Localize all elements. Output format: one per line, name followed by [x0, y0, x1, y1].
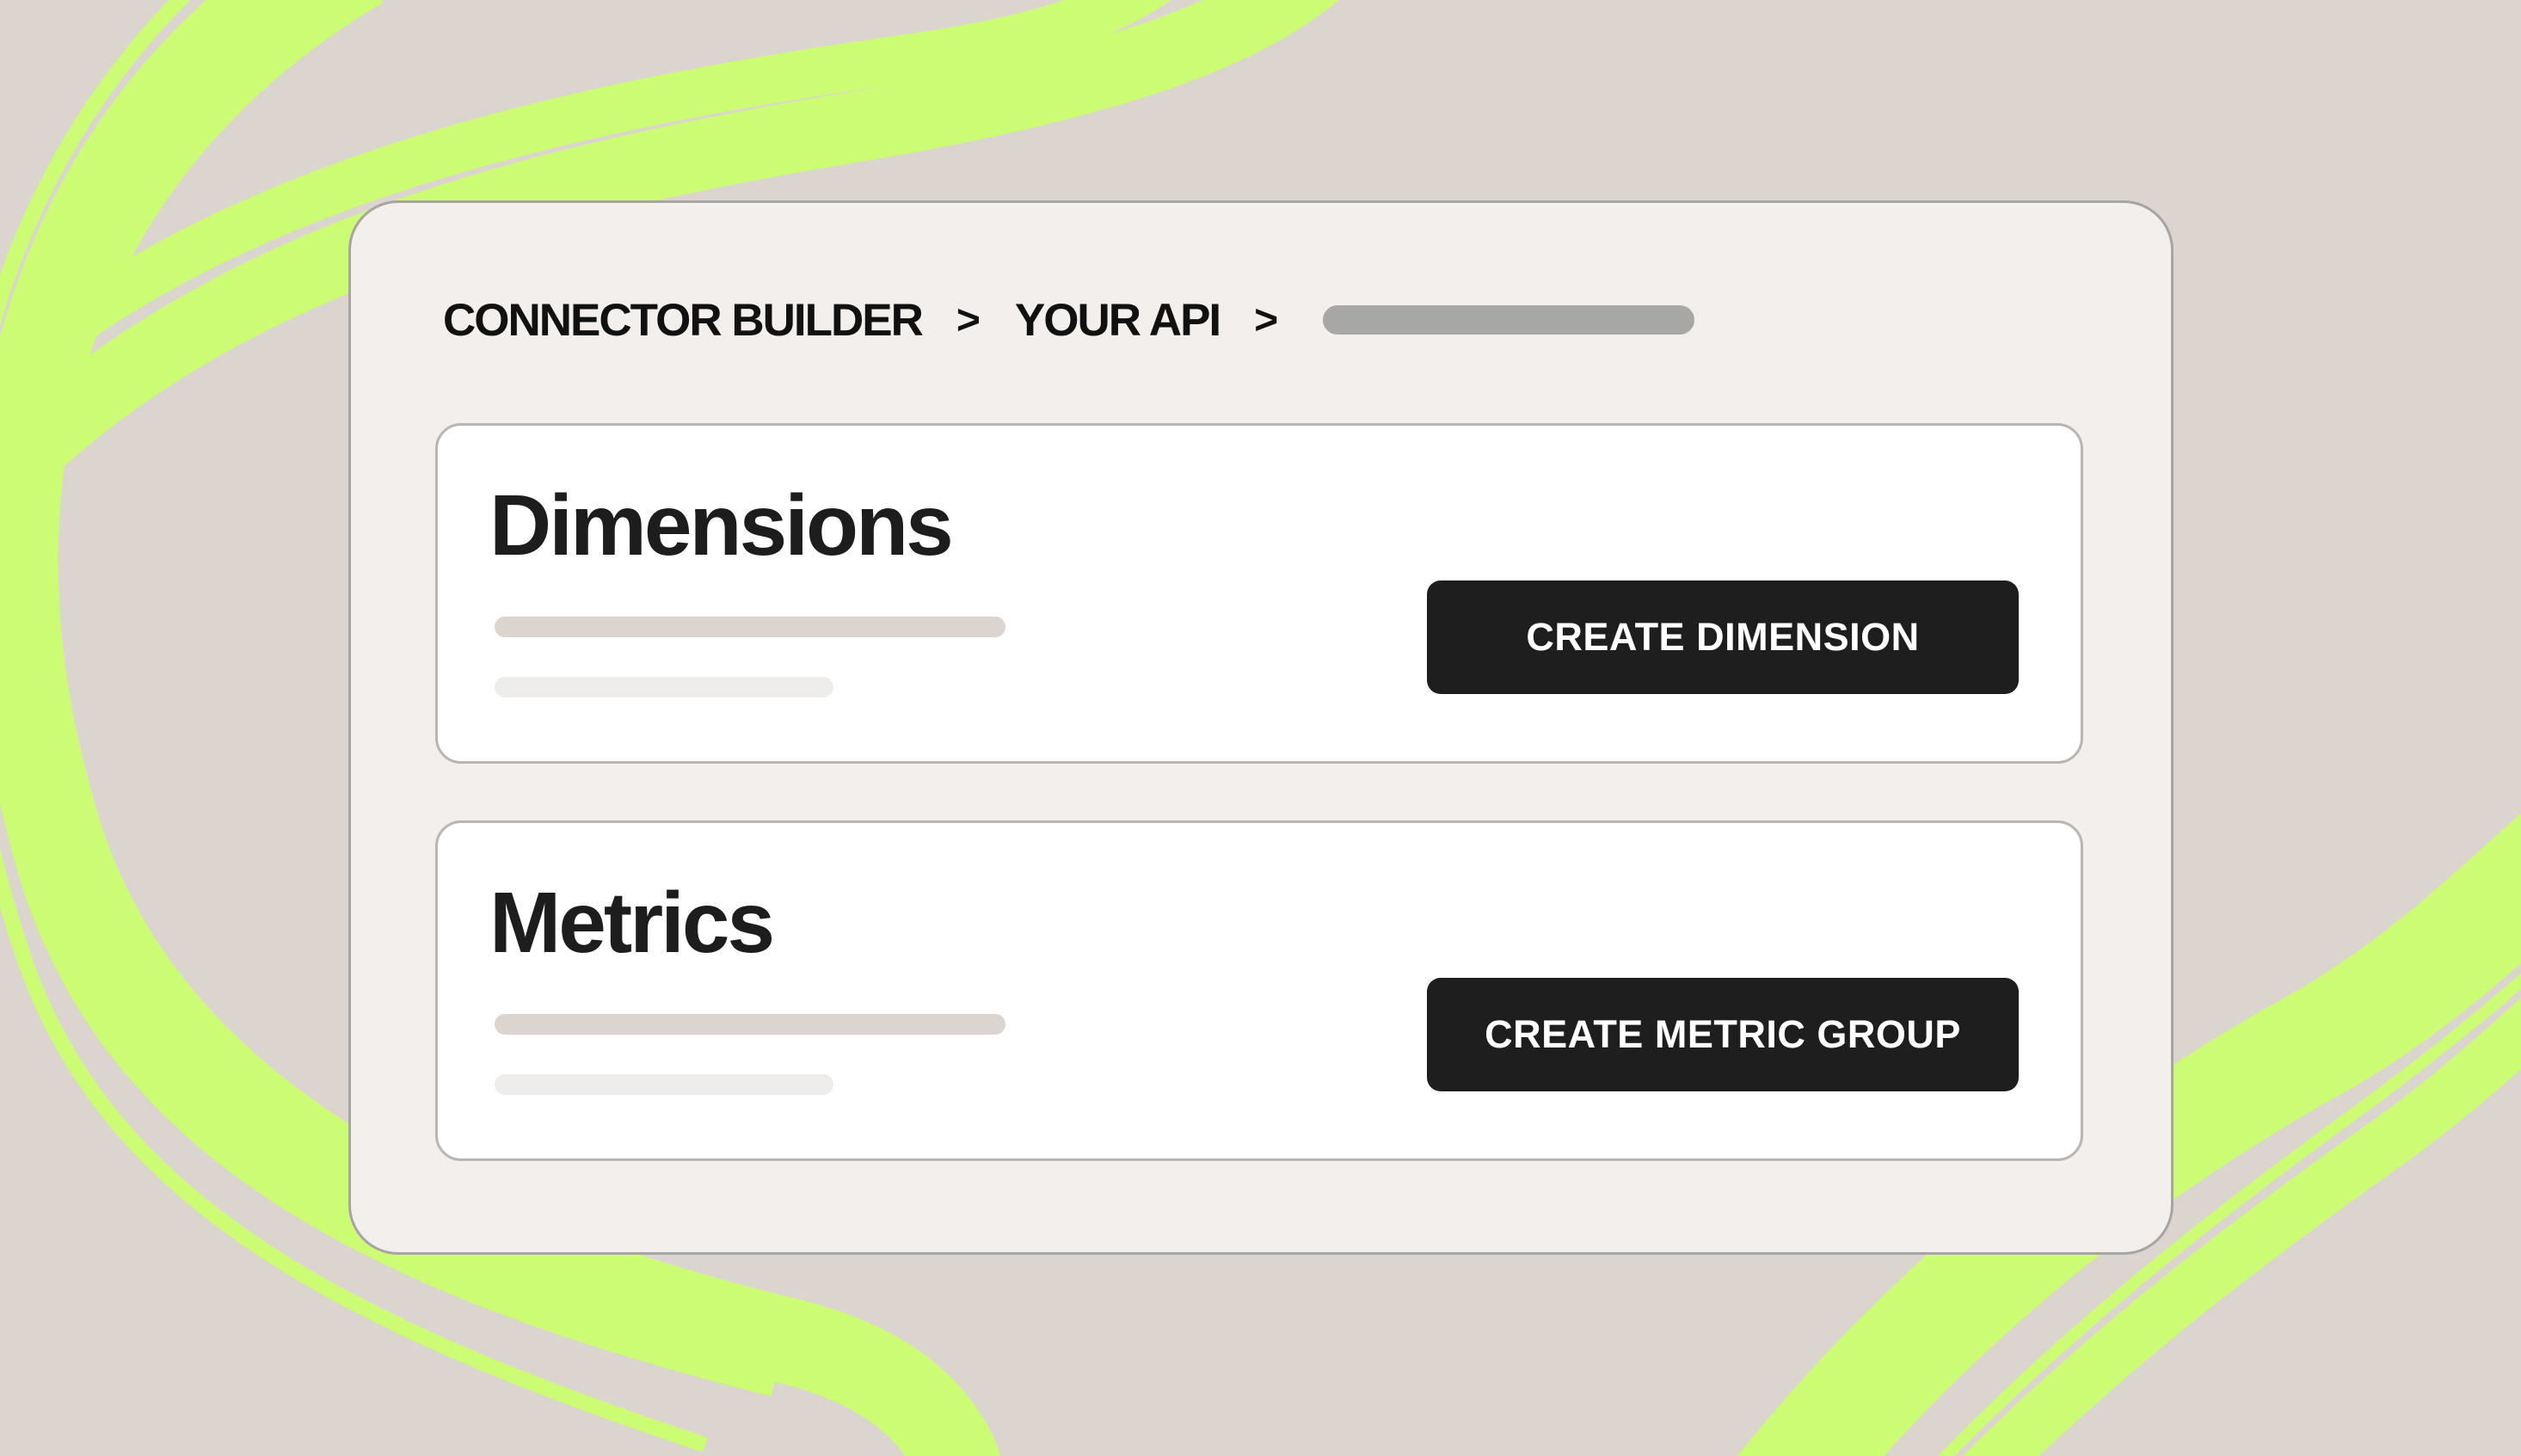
breadcrumb-separator: >: [1254, 297, 1279, 343]
breadcrumb-your-api[interactable]: YOUR API: [1015, 294, 1221, 347]
breadcrumb-connector-builder[interactable]: CONNECTOR BUILDER: [443, 294, 924, 347]
metrics-card: Metrics CREATE METRIC GROUP: [435, 820, 2083, 1161]
dimensions-skeleton-line-long: [495, 617, 1005, 637]
create-dimension-button[interactable]: CREATE DIMENSION: [1427, 581, 2019, 694]
breadcrumb-separator: >: [956, 297, 981, 343]
metrics-title: Metrics: [489, 875, 775, 971]
dimensions-card: Dimensions CREATE DIMENSION: [435, 423, 2083, 764]
connector-builder-window: CONNECTOR BUILDER > YOUR API > Dimension…: [348, 200, 2174, 1255]
create-metric-group-button[interactable]: CREATE METRIC GROUP: [1427, 978, 2019, 1091]
breadcrumb: CONNECTOR BUILDER > YOUR API >: [443, 293, 1695, 347]
breadcrumb-placeholder-bar: [1323, 305, 1695, 335]
metrics-skeleton-line-short: [495, 1074, 833, 1095]
dimensions-title: Dimensions: [489, 477, 954, 574]
dimensions-skeleton-line-short: [495, 677, 833, 697]
metrics-skeleton-line-long: [495, 1014, 1005, 1035]
